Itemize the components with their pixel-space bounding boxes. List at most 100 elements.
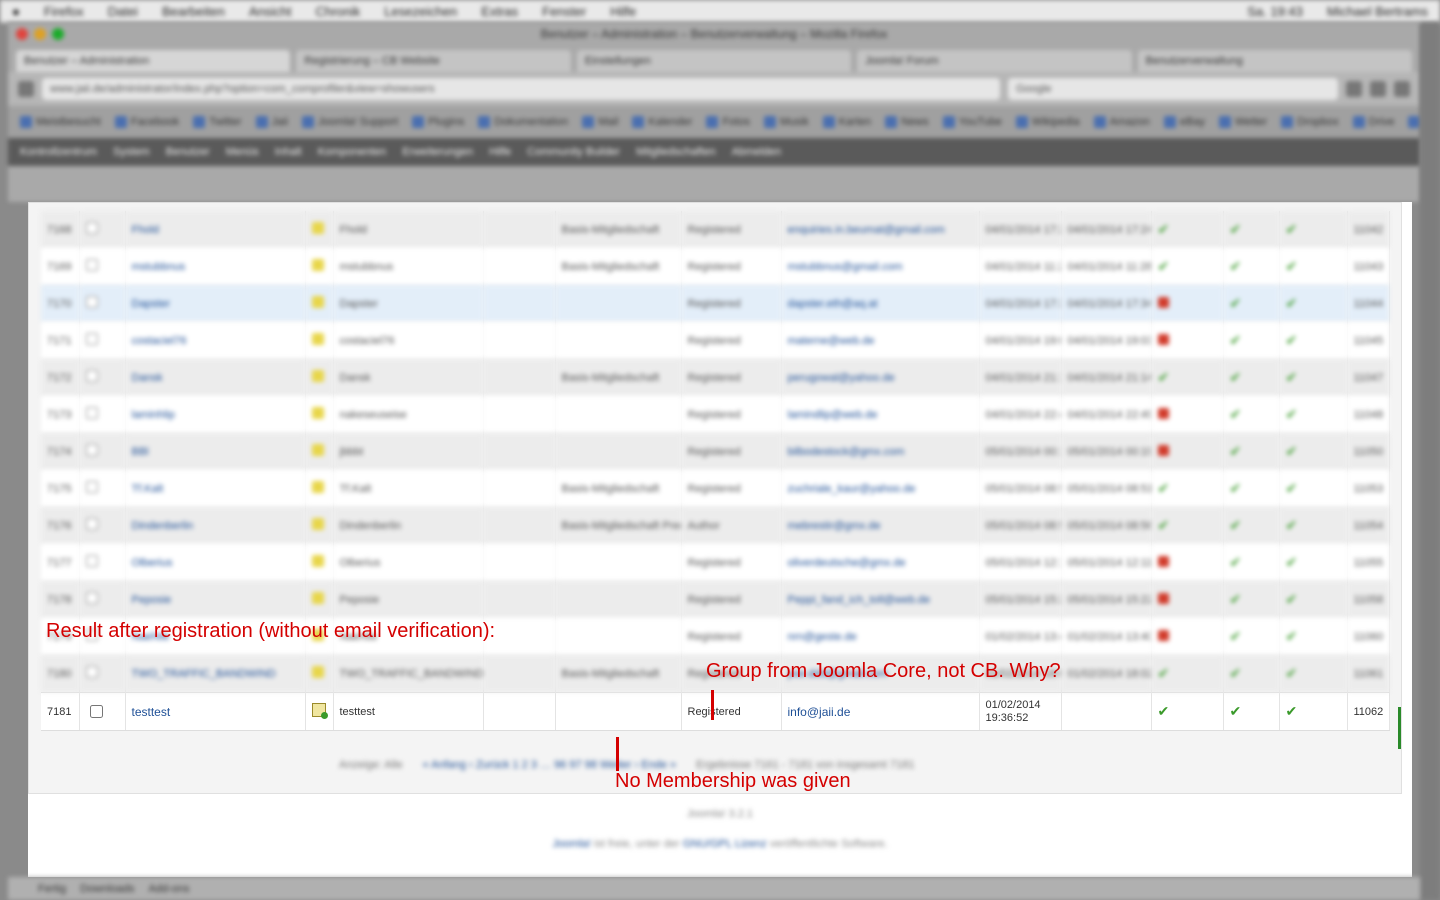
checkmark-icon[interactable]: ✔ — [1286, 628, 1298, 644]
menu-icon[interactable] — [1394, 81, 1410, 97]
email-link[interactable]: nrn@geste.de — [788, 631, 857, 643]
username-link[interactable]: Dindenberlin — [132, 520, 194, 532]
select-checkbox[interactable] — [85, 407, 98, 419]
menu-datei[interactable]: Datei — [108, 4, 138, 19]
bookmark-item[interactable]: News — [885, 116, 929, 128]
menu-fenster[interactable]: Fenster — [542, 4, 586, 19]
table-row[interactable]: 7178 Peposie Peposie Registered Peppi_fand_i… — [41, 581, 1390, 618]
browser-tab[interactable]: Benutzerverwaltung — [1137, 50, 1413, 72]
admin-menu-item[interactable]: Komponenten — [318, 146, 387, 158]
zoom-window-icon[interactable] — [52, 28, 64, 40]
checkmark-icon[interactable]: ✔ — [1158, 517, 1170, 533]
checkmark-icon[interactable]: ✔ — [1230, 480, 1242, 496]
username-link[interactable]: TWO_TRAFFIC_BANDWIND — [132, 668, 276, 680]
checkmark-icon[interactable]: ✔ — [1230, 591, 1242, 607]
select-checkbox[interactable] — [85, 481, 98, 493]
group-icon[interactable] — [311, 296, 324, 308]
admin-menu-item[interactable]: Kontrollzentrum — [20, 146, 97, 158]
checkmark-icon[interactable]: ✔ — [1286, 480, 1298, 496]
addons-status[interactable]: Add-ons — [149, 883, 190, 895]
table-row[interactable]: 7176 Dindenberlin Dindenberlin Basis-Mitgli… — [41, 507, 1390, 544]
email-link[interactable]: Peppi_fand_ich_toll@web.de — [788, 594, 931, 606]
bookmark-item[interactable]: Joomla! Support — [302, 116, 398, 128]
admin-menu-item[interactable]: Hilfe — [489, 146, 511, 158]
checkmark-icon[interactable]: ✔ — [1286, 295, 1298, 311]
bookmark-item[interactable]: Wetter — [1219, 116, 1267, 128]
close-window-icon[interactable] — [16, 28, 28, 40]
group-icon[interactable] — [311, 666, 324, 678]
checkmark-icon[interactable]: ✔ — [1158, 369, 1170, 385]
url-bar[interactable]: www.jaii.de/administrator/index.php?opti… — [42, 78, 1000, 100]
username-link[interactable]: costaciel76 — [132, 335, 187, 347]
apple-icon[interactable]: ● — [12, 4, 20, 19]
cross-icon[interactable] — [1157, 407, 1169, 419]
checkmark-icon[interactable]: ✔ — [1230, 628, 1242, 644]
username-link[interactable]: Fhold — [132, 224, 160, 236]
bookmark-item[interactable]: Karten — [823, 116, 871, 128]
checkmark-icon[interactable]: ✔ — [1286, 554, 1298, 570]
checkmark-icon[interactable]: ✔ — [1158, 221, 1170, 237]
table-row[interactable]: 7168 Fhold Fhold Basis-Mitgliedschaft Regist… — [41, 211, 1390, 248]
bookmark-item[interactable]: Kalender — [632, 116, 692, 128]
email-link[interactable]: oliverdeutsche@gmx.de — [788, 557, 906, 569]
select-checkbox[interactable] — [85, 666, 98, 678]
admin-menu-item[interactable]: Inhalt — [275, 146, 302, 158]
select-checkbox[interactable] — [85, 370, 98, 382]
email-link[interactable]: info@jaii.de — [788, 705, 851, 719]
menu-ansicht[interactable]: Ansicht — [249, 4, 292, 19]
email-link[interactable]: mebrestir@gmx.de — [788, 520, 881, 532]
cross-icon[interactable] — [1157, 592, 1169, 604]
bookmark-item[interactable]: Amazon — [1094, 116, 1150, 128]
email-link[interactable]: lamindlip@web.de — [788, 409, 878, 421]
checkmark-icon[interactable]: ✔ — [1230, 443, 1242, 459]
minimize-window-icon[interactable] — [34, 28, 46, 40]
select-checkbox[interactable] — [85, 518, 98, 530]
group-icon[interactable] — [311, 481, 324, 493]
menubar-clock[interactable]: Sa. 19:43 — [1247, 4, 1303, 19]
select-checkbox[interactable] — [85, 592, 98, 604]
select-checkbox[interactable] — [85, 444, 98, 456]
group-icon[interactable] — [311, 222, 324, 234]
username-link[interactable]: Dapster — [132, 298, 171, 310]
checkmark-icon[interactable]: ✔ — [1286, 406, 1298, 422]
username-link[interactable]: Dansk — [132, 372, 163, 384]
admin-menu-item[interactable]: Community Builder — [527, 146, 620, 158]
username-link[interactable]: testtest — [132, 705, 171, 719]
checkmark-icon[interactable]: ✔ — [1230, 332, 1242, 348]
table-row[interactable]: 7171 costaciel76 costaciel76 Registered mate… — [41, 322, 1390, 359]
group-icon[interactable] — [311, 333, 324, 345]
search-input[interactable]: Google — [1008, 78, 1338, 100]
browser-tab[interactable]: Joomla! Forum — [857, 50, 1132, 72]
checkmark-icon[interactable]: ✔ — [1286, 703, 1298, 719]
checkmark-icon[interactable]: ✔ — [1286, 443, 1298, 459]
browser-tab[interactable]: Einstellungen — [576, 50, 852, 72]
checkmark-icon[interactable]: ✔ — [1158, 258, 1170, 274]
browser-tab[interactable]: Benutzer – Administration — [16, 50, 291, 72]
admin-menu-item[interactable]: System — [113, 146, 150, 158]
select-checkbox[interactable] — [85, 296, 98, 308]
menu-chronik[interactable]: Chronik — [315, 4, 360, 19]
checkmark-icon[interactable]: ✔ — [1158, 703, 1170, 719]
username-link[interactable]: Peposie — [132, 594, 172, 606]
group-icon[interactable] — [311, 518, 324, 530]
bookmark-item[interactable]: Twitter — [193, 116, 241, 128]
bookmark-item[interactable]: Dokumentation — [478, 116, 568, 128]
checkmark-icon[interactable]: ✔ — [1286, 369, 1298, 385]
select-checkbox[interactable] — [85, 555, 98, 567]
group-icon[interactable] — [311, 370, 324, 382]
username-link[interactable]: BBl — [132, 446, 149, 458]
menu-lesezeichen[interactable]: Lesezeichen — [384, 4, 457, 19]
bookmark-item[interactable]: Dropbox — [1281, 116, 1339, 128]
username-link[interactable]: Tf.Kalt — [132, 483, 164, 495]
select-checkbox[interactable] — [85, 259, 98, 271]
bookmark-item[interactable]: Mail — [582, 116, 618, 128]
table-row[interactable]: 7170 Dapster Dapster Registered dapster.eth@… — [41, 285, 1390, 322]
checkmark-icon[interactable]: ✔ — [1230, 258, 1242, 274]
username-link[interactable]: laminhlip — [132, 409, 175, 421]
admin-menu-item[interactable]: Benutzer — [166, 146, 210, 158]
cross-icon[interactable] — [1157, 333, 1169, 345]
cross-icon[interactable] — [1157, 555, 1169, 567]
select-checkbox[interactable] — [89, 705, 103, 718]
license-link[interactable]: GNU/GPL Lizenz — [683, 838, 767, 850]
home-icon[interactable] — [1346, 81, 1362, 97]
